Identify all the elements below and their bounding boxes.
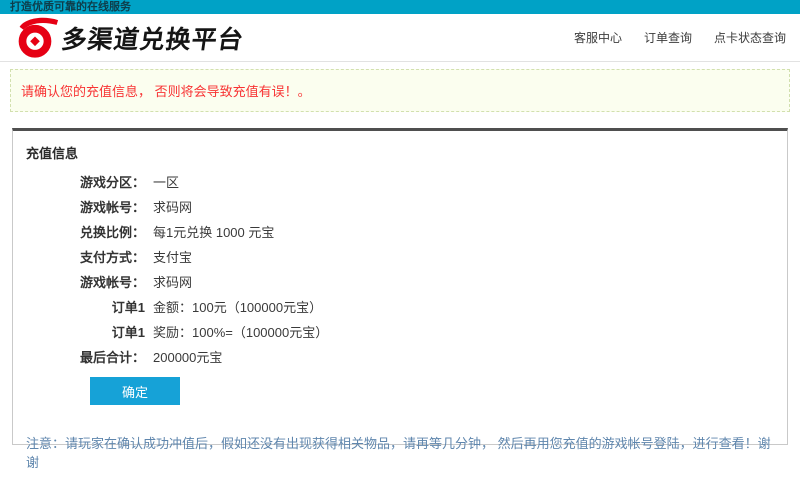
row-label: 游戏帐号： [25,195,145,220]
row-label: 订单1 [25,320,145,345]
panel-title: 充值信息 [25,139,775,170]
header: 多渠道兑换平台 客服中心 订单查询 点卡状态查询 [0,14,800,62]
row-label: 兑换比例： [25,220,145,245]
nav-item-customer-service[interactable]: 客服中心 [574,29,622,46]
recharge-info-panel: 充值信息 游戏分区： 一区 游戏帐号： 求码网 兑换比例： 每1元兑换 1000… [12,128,788,445]
recharge-warning-alert: 请确认您的充值信息， 否则将会导致充值有误！。 [10,69,790,112]
row-value: 奖励：100%=（100000元宝） [153,320,328,345]
row-label: 支付方式： [25,245,145,270]
nav-item-order-query[interactable]: 订单查询 [644,29,692,46]
info-row: 游戏帐号： 求码网 [25,195,775,220]
row-label: 游戏分区： [25,170,145,195]
row-value: 每1元兑换 1000 元宝 [153,220,274,245]
info-row: 游戏帐号： 求码网 [25,270,775,295]
info-row: 支付方式： 支付宝 [25,245,775,270]
row-label: 订单1 [25,295,145,320]
row-value: 求码网 [153,270,192,295]
row-value: 求码网 [153,195,192,220]
info-row: 订单1 奖励：100%=（100000元宝） [25,320,775,345]
info-row: 兑换比例： 每1元兑换 1000 元宝 [25,220,775,245]
info-row: 订单1 金额：100元（100000元宝） [25,295,775,320]
row-value: 金额：100元（100000元宝） [153,295,322,320]
info-rows: 游戏分区： 一区 游戏帐号： 求码网 兑换比例： 每1元兑换 1000 元宝 支… [25,170,775,370]
row-value: 支付宝 [153,245,192,270]
confirm-button[interactable]: 确定 [90,377,180,405]
slogan-text: 打造优质可靠的在线服务 [10,1,131,13]
info-row: 最后合计： 200000元宝 [25,345,775,370]
brand[interactable]: 多渠道兑换平台 [10,13,244,63]
row-value: 200000元宝 [153,345,222,370]
nav-item-card-status-query[interactable]: 点卡状态查询 [714,29,786,46]
row-label: 游戏帐号： [25,270,145,295]
alert-message: 请确认您的充值信息， 否则将会导致充值有误！。 [21,84,311,99]
row-label: 最后合计： [25,345,145,370]
brand-name: 多渠道兑换平台 [59,20,246,56]
row-value: 一区 [153,170,179,195]
info-row: 游戏分区： 一区 [25,170,775,195]
brand-logo-icon [10,13,60,63]
footer-note: 注意：请玩家在确认成功冲值后，假如还没有出现获得相关物品，请再等几分钟， 然后再… [25,433,775,471]
header-nav: 客服中心 订单查询 点卡状态查询 [574,29,786,46]
